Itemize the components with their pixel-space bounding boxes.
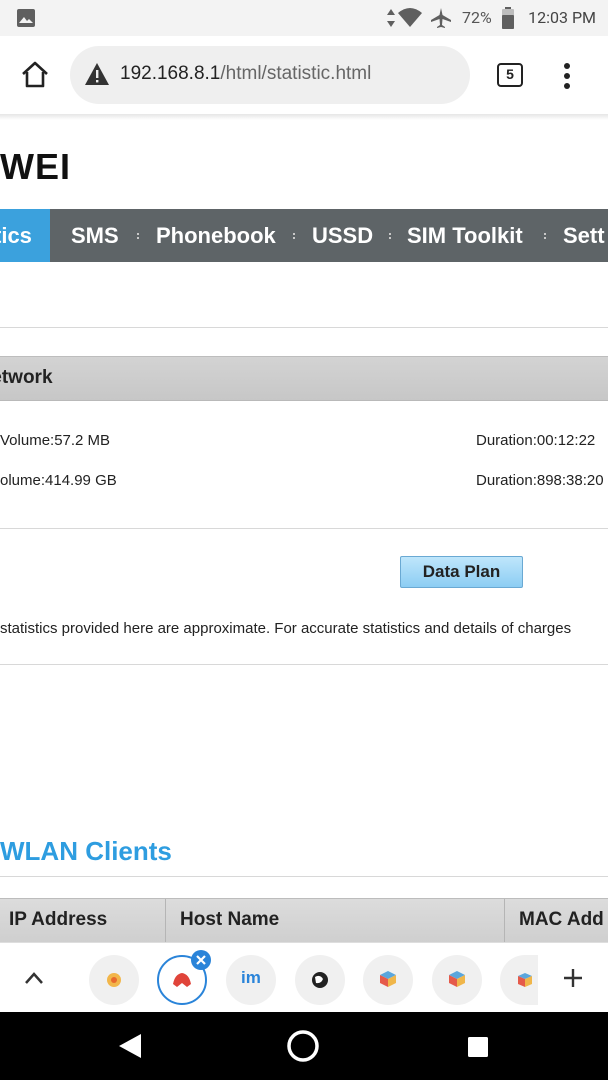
- total-duration: Duration:898:38:20: [476, 472, 604, 489]
- nav-item-sms[interactable]: SMS: [71, 209, 119, 262]
- column-ip-address: IP Address: [9, 909, 108, 930]
- column-host-name: Host Name: [180, 909, 280, 930]
- home-circle-icon[interactable]: [286, 1029, 320, 1063]
- tab-thumbnail[interactable]: [295, 955, 345, 1005]
- back-icon[interactable]: [117, 1032, 143, 1060]
- tab-thumbnail[interactable]: [89, 955, 139, 1005]
- home-icon[interactable]: [20, 60, 50, 90]
- divider: [0, 327, 608, 328]
- plus-icon[interactable]: [562, 967, 584, 989]
- tab-thumbnail[interactable]: [500, 955, 538, 1005]
- nav-item-settings[interactable]: Sett: [563, 209, 605, 262]
- android-nav-bar: [0, 1012, 608, 1080]
- tab-favicon-icon: [107, 973, 121, 987]
- battery-icon: [502, 7, 514, 29]
- tab-favicon-icon: im: [241, 968, 261, 987]
- data-arrows-icon: [387, 9, 395, 27]
- tab-favicon-icon: [449, 971, 465, 987]
- section-header: letwork: [0, 356, 608, 401]
- warning-icon[interactable]: [84, 62, 110, 86]
- recents-icon[interactable]: [467, 1036, 489, 1058]
- tab-favicon-icon: [380, 971, 396, 987]
- browser-toolbar: 192.168.8.1/html/statistic.html 5: [0, 36, 608, 114]
- column-mac-address: MAC Add: [519, 909, 604, 930]
- wifi-icon: [398, 8, 422, 27]
- divider: [0, 876, 608, 877]
- tab-favicon-icon: [518, 973, 532, 987]
- nav-separator: [293, 233, 295, 239]
- nav-item-phonebook[interactable]: Phonebook: [156, 209, 276, 262]
- divider: [0, 664, 608, 665]
- url-text[interactable]: 192.168.8.1/html/statistic.html: [120, 63, 371, 85]
- statistics-note: statistics provided here are approximate…: [0, 620, 572, 637]
- clock: 12:03 PM: [528, 8, 596, 27]
- divider: [0, 528, 608, 529]
- tab-thumbnail[interactable]: [363, 955, 413, 1005]
- tab-favicon-icon: [173, 973, 191, 987]
- more-vert-icon[interactable]: [562, 62, 572, 90]
- column-separator: [165, 899, 166, 943]
- toolbar-shadow: [0, 114, 608, 120]
- nav-separator: [389, 233, 391, 239]
- battery-percent: 72%: [462, 8, 492, 27]
- status-bar: 72% 12:03 PM: [0, 0, 608, 36]
- current-volume: Volume:57.2 MB: [0, 432, 111, 449]
- tab-favicon-icon: [312, 972, 328, 988]
- url-path: /html/statistic.html: [220, 63, 372, 84]
- url-host: 192.168.8.1: [120, 63, 221, 84]
- nav-item-ussd[interactable]: USSD: [312, 209, 373, 262]
- nav-item-statistics[interactable]: tics: [0, 209, 50, 262]
- chevron-up-icon[interactable]: [24, 971, 44, 985]
- tab-count: 5: [506, 66, 514, 82]
- table-header: IP Address Host Name MAC Add: [0, 898, 608, 943]
- image-icon: [17, 9, 35, 27]
- brand-logo: WEI: [0, 146, 71, 187]
- tab-thumbnail[interactable]: [432, 955, 482, 1005]
- tab-switcher-strip: im: [0, 942, 608, 1012]
- nav-separator: [137, 233, 139, 239]
- nav-item-sim-toolkit[interactable]: SIM Toolkit: [407, 209, 523, 262]
- total-volume: olume:414.99 GB: [0, 472, 117, 489]
- section-title: letwork: [0, 367, 53, 388]
- data-plan-button[interactable]: Data Plan: [400, 556, 523, 588]
- close-badge-icon[interactable]: [190, 949, 212, 971]
- tab-thumbnail[interactable]: im: [226, 955, 276, 1005]
- url-bar[interactable]: 192.168.8.1/html/statistic.html: [70, 46, 470, 104]
- column-separator: [504, 899, 505, 943]
- airplane-icon: [431, 8, 451, 28]
- wlan-clients-title: WLAN Clients: [0, 836, 172, 866]
- current-duration: Duration:00:12:22: [476, 432, 596, 449]
- tabs-button[interactable]: 5: [497, 63, 523, 87]
- main-nav: tics SMS Phonebook USSD SIM Toolkit Sett: [0, 209, 608, 262]
- nav-separator: [544, 233, 546, 239]
